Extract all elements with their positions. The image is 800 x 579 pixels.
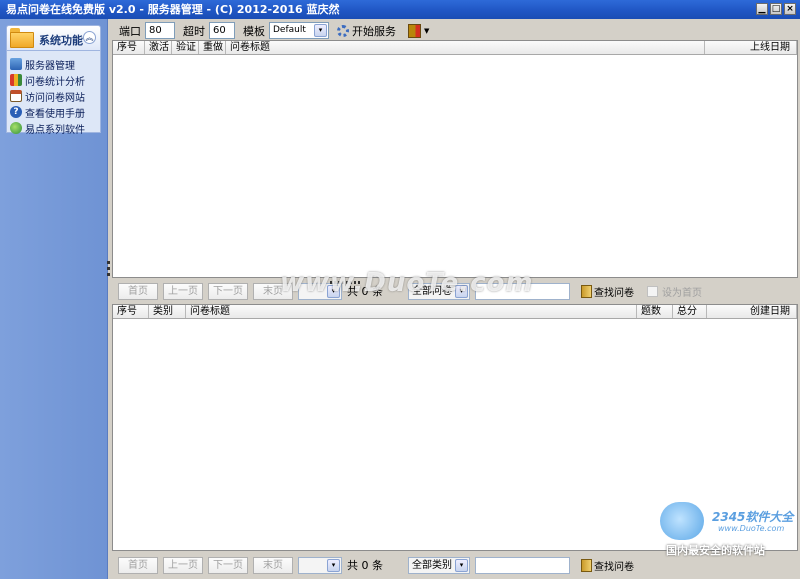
chevron-down-icon: ▾ bbox=[327, 284, 340, 298]
exit-icon bbox=[408, 23, 421, 38]
chevron-down-icon: ▼ bbox=[424, 26, 430, 35]
port-label: 端口 bbox=[119, 24, 141, 38]
sidebar: 系统功能 ︽ 服务器管理 问卷统计分析 访问问卷网站 ? 查看使用手册 易点系列… bbox=[0, 19, 108, 579]
gear-icon bbox=[337, 24, 349, 37]
column-header-index[interactable]: 序号 bbox=[113, 41, 145, 54]
find-survey-label: 查找问卷 bbox=[594, 561, 634, 573]
sidebar-item-series-software[interactable]: 易点系列软件 bbox=[10, 120, 85, 136]
survey-online-table[interactable]: 序号 激活 验证 重做 问卷标题 上线日期 bbox=[112, 40, 798, 278]
book-icon bbox=[581, 558, 592, 572]
sidebar-item-label: 访问问卷网站 bbox=[25, 92, 85, 104]
category-filter-value: 全部类别 bbox=[412, 559, 452, 571]
column-header-question-count[interactable]: 题数 bbox=[637, 305, 673, 318]
table-header: 序号 类别 问卷标题 题数 总分 创建日期 bbox=[113, 305, 797, 319]
sidebar-item-label: 服务器管理 bbox=[25, 60, 75, 72]
title-bar: 易点问卷在线免费版 v2.0 - 服务器管理 - (C) 2012-2016 蓝… bbox=[0, 0, 800, 19]
chevron-down-icon: ▾ bbox=[314, 24, 327, 37]
chevron-down-icon: ▾ bbox=[327, 558, 340, 572]
first-page-button[interactable]: 首页 bbox=[118, 282, 158, 300]
last-page-button[interactable]: 末页 bbox=[253, 556, 293, 574]
find-survey-button[interactable]: 查找问卷 bbox=[581, 284, 634, 299]
table-header: 序号 激活 验证 重做 问卷标题 上线日期 bbox=[113, 41, 797, 55]
column-header-category[interactable]: 类别 bbox=[149, 305, 186, 318]
survey-filter-select[interactable]: 全部问卷 ▾ bbox=[408, 282, 470, 300]
template-label: 模板 bbox=[243, 24, 265, 38]
timeout-label: 超时 bbox=[183, 24, 205, 38]
maximize-icon[interactable]: □ bbox=[770, 3, 782, 15]
server-icon bbox=[10, 58, 22, 70]
sidebar-menu: 服务器管理 问卷统计分析 访问问卷网站 ? 查看使用手册 易点系列软件 bbox=[10, 56, 85, 136]
survey-search-input[interactable] bbox=[475, 282, 570, 300]
main-content: 端口 80 超时 60 模板 Default ▾ 开始服务 ▼ 序号 激活 验证… bbox=[111, 19, 800, 579]
sidebar-item-visit-site[interactable]: 访问问卷网站 bbox=[10, 88, 85, 104]
prev-page-button[interactable]: 上一页 bbox=[163, 282, 203, 300]
column-header-verify[interactable]: 验证 bbox=[172, 41, 199, 54]
checkbox-box bbox=[647, 285, 658, 297]
template-select-value: Default bbox=[273, 25, 306, 35]
page-select[interactable]: ▾ bbox=[298, 282, 342, 300]
next-page-button[interactable]: 下一页 bbox=[208, 282, 248, 300]
sidebar-item-label: 问卷统计分析 bbox=[25, 76, 85, 88]
survey-filter-value: 全部问卷 bbox=[412, 285, 452, 297]
survey-list-table[interactable]: 序号 类别 问卷标题 题数 总分 创建日期 bbox=[112, 304, 798, 551]
set-homepage-label: 设为首页 bbox=[662, 287, 702, 299]
survey-search-input[interactable] bbox=[475, 556, 570, 574]
sidebar-panel-header[interactable]: 系统功能 ︽ bbox=[6, 25, 101, 51]
window-title: 易点问卷在线免费版 v2.0 - 服务器管理 - (C) 2012-2016 蓝… bbox=[6, 3, 340, 16]
sidebar-panel-title: 系统功能 bbox=[39, 34, 83, 47]
start-service-button[interactable]: 开始服务 bbox=[337, 23, 396, 39]
find-survey-button[interactable]: 查找问卷 bbox=[581, 558, 634, 573]
first-page-button[interactable]: 首页 bbox=[118, 556, 158, 574]
next-page-button[interactable]: 下一页 bbox=[208, 556, 248, 574]
exit-menu-button[interactable]: ▼ bbox=[408, 23, 430, 38]
folder-icon bbox=[10, 28, 34, 48]
column-header-title[interactable]: 问卷标题 bbox=[226, 41, 705, 54]
home-icon bbox=[10, 90, 22, 102]
toolbar: 端口 80 超时 60 模板 Default ▾ 开始服务 ▼ bbox=[111, 19, 800, 42]
book-icon bbox=[581, 284, 592, 298]
sidebar-item-label: 易点系列软件 bbox=[25, 124, 85, 136]
timeout-input[interactable]: 60 bbox=[209, 22, 235, 39]
chart-icon bbox=[10, 74, 22, 86]
sidebar-item-survey-stats[interactable]: 问卷统计分析 bbox=[10, 72, 85, 88]
page-select[interactable]: ▾ bbox=[298, 556, 342, 574]
sidebar-item-label: 查看使用手册 bbox=[25, 108, 85, 120]
port-input[interactable]: 80 bbox=[145, 22, 175, 39]
chevron-down-icon: ▾ bbox=[455, 284, 468, 298]
minimize-icon[interactable]: ▁ bbox=[756, 3, 768, 15]
column-header-created-date[interactable]: 创建日期 bbox=[707, 305, 797, 318]
globe-icon bbox=[10, 122, 22, 134]
column-header-active[interactable]: 激活 bbox=[145, 41, 172, 54]
column-header-redo[interactable]: 重做 bbox=[199, 41, 226, 54]
template-select[interactable]: Default ▾ bbox=[269, 22, 329, 39]
set-homepage-checkbox[interactable]: 设为首页 bbox=[647, 284, 702, 299]
prev-page-button[interactable]: 上一页 bbox=[163, 556, 203, 574]
window-controls: ▁ □ × bbox=[756, 3, 796, 15]
category-filter-select[interactable]: 全部类别 ▾ bbox=[408, 556, 470, 574]
bottom-pager: 首页 上一页 下一页 末页 ▾ 共 0 条 全部类别 ▾ 查找问卷 bbox=[111, 554, 800, 576]
find-survey-label: 查找问卷 bbox=[594, 287, 634, 299]
column-header-online-date[interactable]: 上线日期 bbox=[705, 41, 797, 54]
help-icon: ? bbox=[10, 106, 22, 118]
column-header-total-score[interactable]: 总分 bbox=[673, 305, 707, 318]
close-icon[interactable]: × bbox=[784, 3, 796, 15]
chevron-down-icon: ▾ bbox=[455, 558, 468, 572]
column-header-title[interactable]: 问卷标题 bbox=[186, 305, 637, 318]
last-page-button[interactable]: 末页 bbox=[253, 282, 293, 300]
column-header-index[interactable]: 序号 bbox=[113, 305, 149, 318]
record-count: 共 0 条 bbox=[347, 285, 383, 298]
start-service-label: 开始服务 bbox=[352, 24, 396, 38]
top-pager: 首页 上一页 下一页 末页 ▾ 共 0 条 全部问卷 ▾ 查找问卷 设为首页 bbox=[111, 280, 800, 302]
collapse-chevron-icon[interactable]: ︽ bbox=[83, 31, 96, 44]
horizontal-splitter-handle[interactable] bbox=[330, 281, 360, 284]
record-count: 共 0 条 bbox=[347, 559, 383, 572]
sidebar-item-manual[interactable]: ? 查看使用手册 bbox=[10, 104, 85, 120]
sidebar-item-server-management[interactable]: 服务器管理 bbox=[10, 56, 85, 72]
